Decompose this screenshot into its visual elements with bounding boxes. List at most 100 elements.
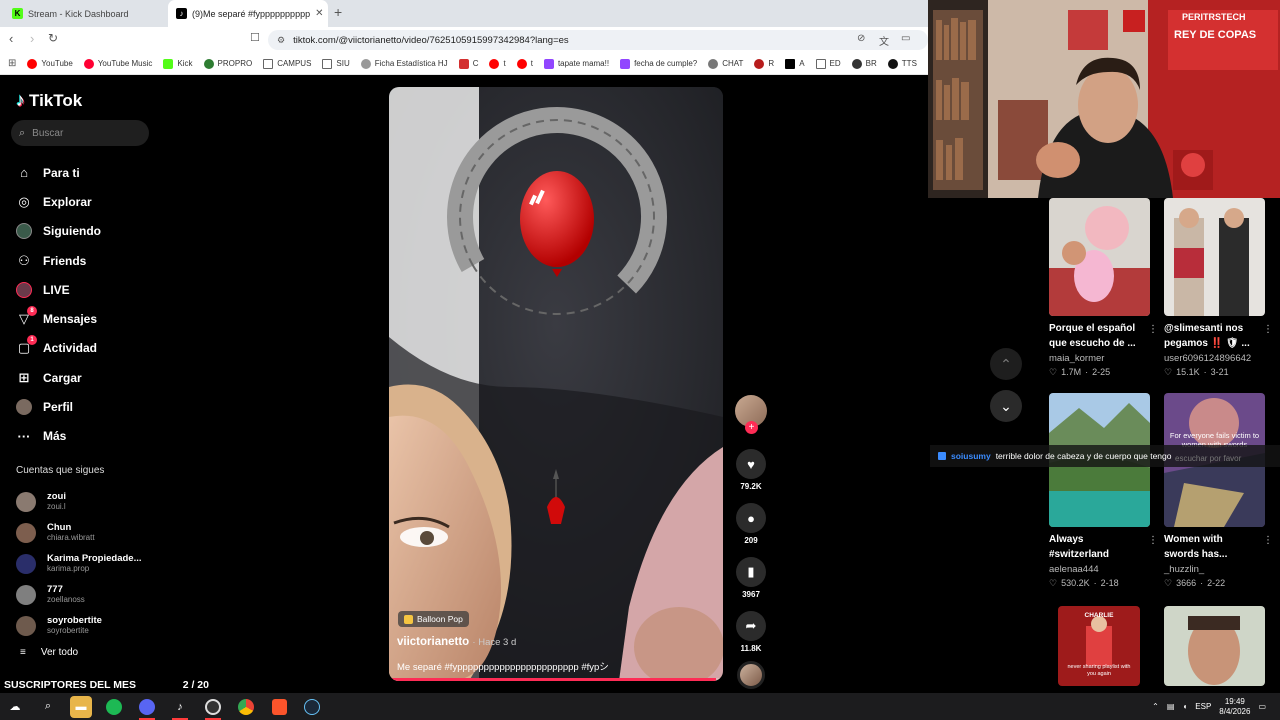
bookmark-youtube[interactable]: YouTube [27,58,73,69]
bookmark-kick[interactable]: Kick [163,58,193,69]
steam-button[interactable] [301,696,323,718]
related-video-card[interactable] [1164,606,1265,686]
brave-button[interactable] [268,696,290,718]
start-button[interactable]: ☁ [4,696,26,718]
tiktok-icon: ♪ [176,8,187,19]
bookmark-siu[interactable]: SIU [322,58,350,69]
tiktok-logo[interactable]: ♪ TikTok [16,90,82,111]
nav-cargar[interactable]: ⊞ Cargar [16,363,101,392]
more-vertical-icon[interactable]: ⋮ [1263,535,1273,546]
volume-icon[interactable]: ◖ [1182,702,1187,711]
cast-icon[interactable]: ▭ [901,33,910,44]
notification-icon[interactable]: ▭ [1258,702,1266,711]
clock[interactable]: 19:49 8/4/2026 [1219,697,1250,717]
comment-icon: ● [747,510,755,526]
bookmark-youtube-music[interactable]: YouTube Music [83,58,152,69]
obs-button[interactable] [202,696,224,720]
close-icon[interactable]: ✕ [315,8,323,19]
apps-grid-icon[interactable]: ⊞ [8,58,16,69]
bookmark-campus[interactable]: CAMPUS [263,58,311,69]
profile-icon [16,399,32,416]
related-video-card[interactable]: CHARLIE never sharing playlist with you a… [1058,606,1140,686]
video-player[interactable]: Balloon Pop viictorianetto · Hace 3 d Me… [389,87,723,681]
nav-siguiendo[interactable]: Siguiendo [16,217,101,246]
bookmark-star-icon[interactable]: ☐ [250,31,260,44]
save-button[interactable]: ▮ [736,557,766,587]
activity-icon: ▢ 1 [16,335,37,356]
nav-para-ti[interactable]: ⌂ Para ti [16,158,101,187]
bookmark-t2[interactable]: t [516,58,533,69]
following-item[interactable]: Karima Propiedade... karima.prop [16,548,142,579]
related-video-card[interactable]: Porque el español que escucho de ... maia… [1049,198,1158,378]
video-author[interactable]: viictorianetto · Hace 3 d [397,636,516,648]
nav-live[interactable]: LIVE [16,275,101,304]
bookmark-chat[interactable]: CHAT [708,58,743,69]
bookmark-propro[interactable]: PROPRO [203,58,252,69]
tiktok-app-button[interactable]: ♪ [169,696,191,720]
video-progress-bar[interactable] [389,678,723,681]
tab-kick-dashboard[interactable]: K Stream - Kick Dashboard [4,0,167,27]
see-all-link[interactable]: ≡ Ver todo [20,647,78,658]
chrome-button[interactable] [235,696,257,718]
nav-explorar[interactable]: ◎ Explorar [16,187,101,216]
address-bar[interactable]: ⚙ tiktok.com/@viictorianetto/video/76251… [268,30,928,50]
bookmark-r[interactable]: R [754,58,774,69]
following-item[interactable]: zoui zoui.l [16,486,142,517]
translate-icon[interactable]: 文 [879,33,889,48]
bookmark-tapate[interactable]: tapate mama!! [543,58,609,69]
folder-icon [815,58,826,69]
site-info-icon[interactable]: ⚙ [277,35,285,46]
back-icon[interactable]: ‹ [9,31,13,46]
search-button[interactable]: ⌕ [37,696,59,718]
bookmark-ficha[interactable]: Ficha Estadística HJ [360,58,448,69]
following-item[interactable]: soyrobertite soyrobertite [16,610,142,641]
share-button[interactable]: ➦ [736,611,766,641]
file-explorer-button[interactable]: ▬ [70,695,92,718]
reload-icon[interactable]: ↻ [48,31,58,45]
search-input[interactable]: ⌕ Buscar [11,120,149,146]
effect-tag[interactable]: Balloon Pop [398,611,469,627]
discord-button[interactable] [136,696,158,720]
bookmark-c[interactable]: C [458,58,478,69]
obs-icon [205,698,221,715]
more-vertical-icon[interactable]: ⋮ [1148,324,1158,335]
app-icon [887,58,898,69]
chevron-up-icon[interactable]: ⌃ [1152,702,1159,711]
next-video-button[interactable]: ⌄ [990,390,1022,422]
related-user: user6096124896642 [1164,353,1252,364]
bookmark-ed[interactable]: ED [815,58,841,69]
music-disc-icon[interactable] [737,661,765,689]
nav-mas[interactable]: ··· Más [16,422,101,451]
new-tab-button[interactable]: + [334,4,342,20]
forward-icon[interactable]: › [30,31,34,46]
bookmark-tts[interactable]: TTS [887,58,917,69]
bookmark-t1[interactable]: t [489,58,506,69]
language-indicator[interactable]: ESP [1195,702,1211,711]
tiktok-note-icon: ♪ [16,90,25,110]
related-video-card[interactable]: Always #switzerland aelenaa444 ♡ 530.2K · 2-… [1049,393,1158,589]
following-item[interactable]: Chun chiara.wibratt [16,517,142,548]
bookmark-a[interactable]: A [785,58,805,69]
nav-perfil[interactable]: Perfil [16,392,101,421]
like-button[interactable]: ♥ [736,449,766,479]
related-video-card[interactable]: @slimesanti nos pegamos ‼️ 🛡 ... user6096… [1164,198,1273,378]
follow-plus-icon[interactable]: + [745,421,758,434]
previous-video-button[interactable]: ⌃ [990,348,1022,380]
network-icon[interactable]: ▤ [1167,702,1175,711]
nav-mensajes[interactable]: ▽ 8 Mensajes [16,304,101,333]
following-item[interactable]: 777 zoellanoss [16,579,142,610]
bookmark-br[interactable]: BR [851,58,877,69]
no-eye-icon[interactable]: ⊘ [857,33,865,44]
video-description: Me separé #fyppppppppppppppppppppppp #fy… [397,662,609,673]
nav-friends[interactable]: ⚇ Friends [16,246,101,275]
related-video-card[interactable]: For everyone fails victim to women with … [1164,393,1273,589]
tiktok-icon: ♪ [177,700,183,713]
more-vertical-icon[interactable]: ⋮ [1148,535,1158,546]
bookmark-cumple[interactable]: fecha de cumple? [620,58,697,69]
spotify-button[interactable] [103,696,125,718]
nav-actividad[interactable]: ▢ 1 Actividad [16,334,101,363]
more-vertical-icon[interactable]: ⋮ [1263,324,1273,335]
comment-button[interactable]: ● [736,503,766,533]
tab-tiktok-video[interactable]: ♪ (9)Me separé #fypppppppppp ✕ [168,0,328,27]
author-avatar[interactable]: + [735,395,767,434]
